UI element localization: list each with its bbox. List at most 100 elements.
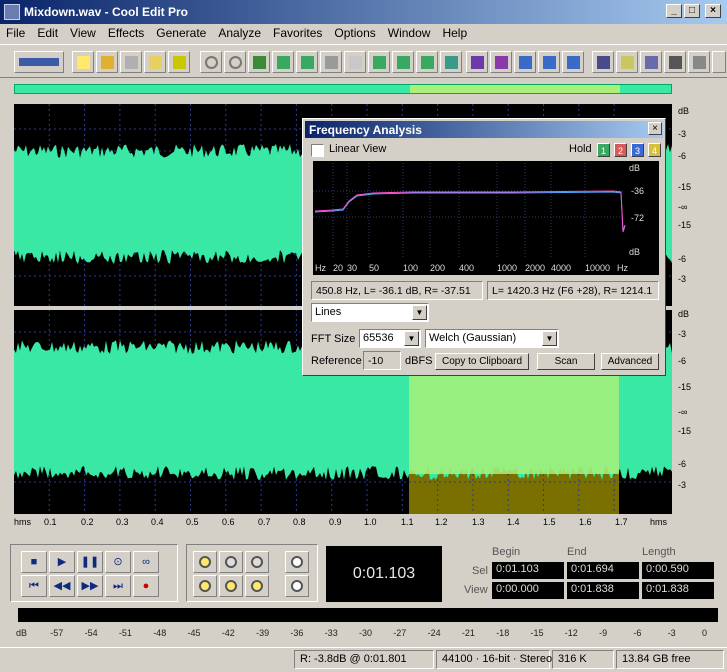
spectrum-x-label: 4000 — [551, 263, 571, 273]
view-end-field[interactable]: 0:01.838 — [567, 582, 639, 599]
scan-button[interactable]: Scan — [537, 353, 595, 370]
zoom-full-icon[interactable] — [245, 551, 269, 573]
menu-view[interactable]: View — [64, 24, 102, 40]
menu-options[interactable]: Options — [328, 24, 381, 40]
menu-analyze[interactable]: Analyze — [212, 24, 267, 40]
zoom-left-icon[interactable] — [219, 575, 243, 597]
save-file-button[interactable] — [120, 51, 142, 73]
sel-end-field[interactable]: 0:01.694 — [567, 562, 639, 579]
linear-view-label: Linear View — [329, 143, 387, 155]
meter-tick-label: -54 — [84, 628, 98, 638]
maximize-icon[interactable]: □ — [684, 4, 700, 18]
linear-view-checkbox[interactable] — [311, 144, 324, 157]
pause-icon[interactable]: ❚❚ — [77, 551, 103, 573]
zoom-right-icon[interactable] — [245, 575, 269, 597]
chevron-down-icon[interactable]: ▼ — [542, 331, 557, 346]
hold-2-button[interactable]: 2 — [614, 143, 627, 157]
fast-forward-icon[interactable]: ▶▶ — [77, 575, 103, 597]
paste-icon[interactable] — [344, 51, 366, 73]
free-space-status: 13.84 GB free — [616, 650, 724, 669]
toolbar-more-icon[interactable] — [712, 51, 726, 73]
menu-generate[interactable]: Generate — [150, 24, 212, 40]
menu-edit[interactable]: Edit — [31, 24, 64, 40]
rewind-icon[interactable]: ◀◀ — [49, 575, 75, 597]
close-icon[interactable]: × — [705, 4, 721, 18]
zoom-out-icon[interactable] — [219, 551, 243, 573]
stop-icon[interactable]: ■ — [21, 551, 47, 573]
sel-begin-field[interactable]: 0:01.103 — [492, 562, 564, 579]
zoom-in-icon[interactable] — [193, 551, 217, 573]
open-file-button[interactable] — [96, 51, 118, 73]
playlist-icon[interactable] — [616, 51, 638, 73]
view-begin-field[interactable]: 0:00.000 — [492, 582, 564, 599]
display-mode-select[interactable]: Lines ▼ — [311, 303, 429, 322]
time-ruler[interactable]: hms 0.1 0.2 0.3 0.4 0.5 0.6 0.7 0.8 0.9 1.0 1.1 1.2 1… — [14, 514, 672, 532]
save-selection-button[interactable] — [168, 51, 190, 73]
hold-3-button[interactable]: 3 — [631, 143, 644, 157]
view-length-field[interactable]: 0:01.838 — [642, 582, 714, 599]
zoom-in-vertical-icon[interactable] — [285, 551, 309, 573]
spectrum-graph[interactable]: dB -36 -72 dB Hz 20 30 50 100 200 400 1000 2000 4000 1… — [313, 161, 659, 275]
info-icon[interactable] — [640, 51, 662, 73]
scrub-tool-icon[interactable] — [688, 51, 710, 73]
window-function-select[interactable]: Welch (Gaussian) ▼ — [425, 329, 559, 348]
loop-icon[interactable]: ∞ — [133, 551, 159, 573]
multitrack-toggle-button[interactable] — [14, 51, 64, 73]
play-to-end-icon[interactable]: ⊙ — [105, 551, 131, 573]
spectral-view-icon[interactable] — [490, 51, 512, 73]
cut-icon[interactable] — [320, 51, 342, 73]
spectrum-x-label: 400 — [459, 263, 474, 273]
chevron-down-icon[interactable]: ▼ — [412, 305, 427, 320]
meter-tick-label: -15 — [530, 628, 544, 638]
meter-tick-label: -18 — [496, 628, 510, 638]
new-file-button[interactable] — [72, 51, 94, 73]
advanced-button[interactable]: Advanced — [601, 353, 659, 370]
cue-list-icon[interactable] — [592, 51, 614, 73]
fft-size-select[interactable]: 65536 ▼ — [359, 329, 421, 348]
spectrum-y-label: -72 — [631, 213, 644, 223]
play-icon[interactable]: ▶ — [49, 551, 75, 573]
sel-length-field[interactable]: 0:00.590 — [642, 562, 714, 579]
time-tick-label: hms — [650, 517, 668, 527]
redo-icon[interactable] — [224, 51, 246, 73]
waveform-overview[interactable] — [14, 84, 672, 94]
db-label: -∞ — [678, 202, 688, 212]
copy-to-clipboard-button[interactable]: Copy to Clipboard — [435, 353, 529, 370]
copy-new-icon[interactable] — [296, 51, 318, 73]
menu-favorites[interactable]: Favorites — [267, 24, 328, 40]
menu-window[interactable]: Window — [382, 24, 437, 40]
mix-paste-icon[interactable] — [392, 51, 414, 73]
meter-tick-label: -39 — [256, 628, 270, 638]
snap-ruler-icon[interactable] — [562, 51, 584, 73]
copy-icon[interactable] — [272, 51, 294, 73]
paste-new-icon[interactable] — [368, 51, 390, 73]
minimize-icon[interactable]: _ — [666, 4, 682, 18]
record-icon[interactable]: ● — [133, 575, 159, 597]
snap-icon[interactable] — [514, 51, 536, 73]
go-to-end-icon[interactable]: ⏭ — [105, 575, 131, 597]
reference-input[interactable]: -10 — [363, 351, 401, 370]
time-tick-label: 1.0 — [364, 517, 377, 527]
undo-icon[interactable] — [200, 51, 222, 73]
go-to-start-icon[interactable]: ⏮ — [21, 575, 47, 597]
hold-1-button[interactable]: 1 — [597, 143, 610, 157]
menu-help[interactable]: Help — [436, 24, 473, 40]
zoom-to-selection-icon[interactable] — [193, 575, 217, 597]
time-tick-label: 1.6 — [579, 517, 592, 527]
zoom-controls — [186, 544, 318, 602]
trim-icon[interactable] — [416, 51, 438, 73]
time-tick-label: 0.7 — [258, 517, 271, 527]
hold-4-button[interactable]: 4 — [648, 143, 661, 157]
chevron-down-icon[interactable]: ▼ — [404, 331, 419, 346]
zoom-out-vertical-icon[interactable] — [285, 575, 309, 597]
save-as-button[interactable] — [144, 51, 166, 73]
snap-frames-icon[interactable] — [538, 51, 560, 73]
menu-file[interactable]: File — [0, 24, 31, 40]
delete-silence-icon[interactable] — [440, 51, 462, 73]
close-icon[interactable]: × — [648, 122, 662, 135]
select-tool-icon[interactable] — [664, 51, 686, 73]
envelope-icon[interactable] — [466, 51, 488, 73]
repeat-icon[interactable] — [248, 51, 270, 73]
menu-effects[interactable]: Effects — [102, 24, 150, 40]
spectrum-x-label: 10000 — [585, 263, 610, 273]
